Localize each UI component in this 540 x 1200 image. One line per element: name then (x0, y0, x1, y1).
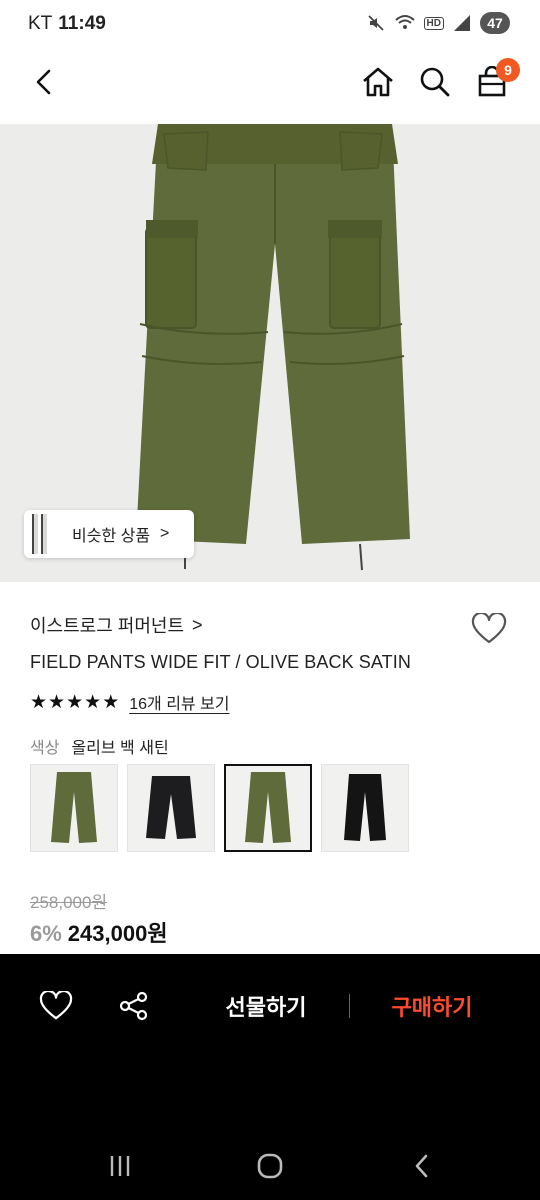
rating-row: ★ ★ ★ ★ ★ 16개 리뷰 보기 (30, 690, 230, 714)
pants-thumbnail (146, 776, 196, 839)
heart-icon (471, 613, 507, 644)
status-bar: KT 11:49 HD 47 (0, 0, 540, 48)
heart-icon (39, 991, 73, 1020)
divider (349, 994, 350, 1018)
share-icon (119, 991, 148, 1021)
battery-icon: 47 (480, 12, 510, 34)
color-label: 색상 (30, 740, 60, 757)
color-swatches (30, 764, 409, 852)
price-row: 6% 243,000원 (30, 916, 168, 948)
gift-button[interactable]: 선물하기 (204, 986, 328, 1026)
cart-button[interactable]: 9 (470, 58, 520, 104)
swatch-olive-selected[interactable] (224, 764, 312, 852)
discount-rate: 6% (30, 921, 62, 946)
brand-name: 이스트로그 퍼머넌트 (30, 616, 185, 636)
system-home-button[interactable] (246, 1148, 294, 1184)
mute-icon (367, 15, 384, 31)
cart-count-badge: 9 (496, 58, 520, 82)
star-icon: ★ (66, 691, 84, 713)
buy-button[interactable]: 구매하기 (370, 986, 494, 1026)
similar-thumbnails (24, 510, 60, 558)
search-button[interactable] (413, 60, 457, 104)
home-button[interactable] (356, 60, 400, 104)
star-rating: ★ ★ ★ ★ ★ (30, 693, 119, 712)
sale-price: 243,000원 (67, 921, 168, 946)
wifi-icon (394, 15, 415, 29)
search-icon (420, 67, 450, 97)
chevron-left-icon (36, 69, 51, 95)
system-nav-bar (0, 1130, 540, 1200)
pants-thumbnail (245, 772, 291, 843)
swatch-black-2[interactable] (321, 764, 409, 852)
hd-icon: HD (423, 16, 444, 30)
back-button[interactable] (22, 60, 66, 104)
top-nav: 9 (0, 48, 540, 124)
pants-thumbnail (344, 774, 386, 841)
clock: 11:49 (58, 13, 106, 34)
back-arrow-icon (415, 1154, 428, 1178)
brand-link[interactable]: 이스트로그 퍼머넌트 > (30, 612, 203, 638)
swatch-black[interactable] (127, 764, 215, 852)
star-icon: ★ (48, 691, 66, 713)
recent-apps-button[interactable] (96, 1148, 144, 1184)
review-link[interactable]: 16개 리뷰 보기 (129, 690, 229, 714)
home-circle-icon (257, 1153, 283, 1179)
swatch-olive[interactable] (30, 764, 118, 852)
product-image[interactable]: 비슷한 상품 > (0, 124, 540, 582)
chevron-right-icon: > (160, 525, 170, 542)
system-back-button[interactable] (398, 1148, 446, 1184)
wishlist-button[interactable] (468, 608, 510, 650)
wishlist-bottom-button[interactable] (34, 984, 78, 1028)
carrier-label: KT (28, 13, 53, 34)
app-root: KT 11:49 HD 47 9 비슷한 상품 > 이스트로그 퍼머넌트 > F… (0, 0, 540, 1200)
share-button[interactable] (112, 984, 156, 1028)
pants-thumbnail (51, 772, 97, 843)
status-icons: HD 47 (366, 12, 510, 34)
product-title: FIELD PANTS WIDE FIT / OLIVE BACK SATIN (30, 652, 411, 672)
recent-apps-icon (110, 1156, 130, 1176)
chevron-right-icon: > (192, 614, 203, 635)
color-value: 올리브 백 새틴 (71, 740, 169, 757)
signal-icon (454, 15, 470, 31)
original-price: 258,000원 (30, 893, 108, 912)
similar-products-label: 비슷한 상품 (72, 528, 151, 545)
home-icon (363, 67, 393, 97)
star-icon: ★ (84, 691, 102, 713)
similar-products-button[interactable]: 비슷한 상품 > (24, 510, 194, 558)
color-row: 색상 올리브 백 새틴 (30, 734, 169, 758)
star-icon: ★ (102, 691, 120, 713)
star-icon: ★ (30, 691, 48, 713)
